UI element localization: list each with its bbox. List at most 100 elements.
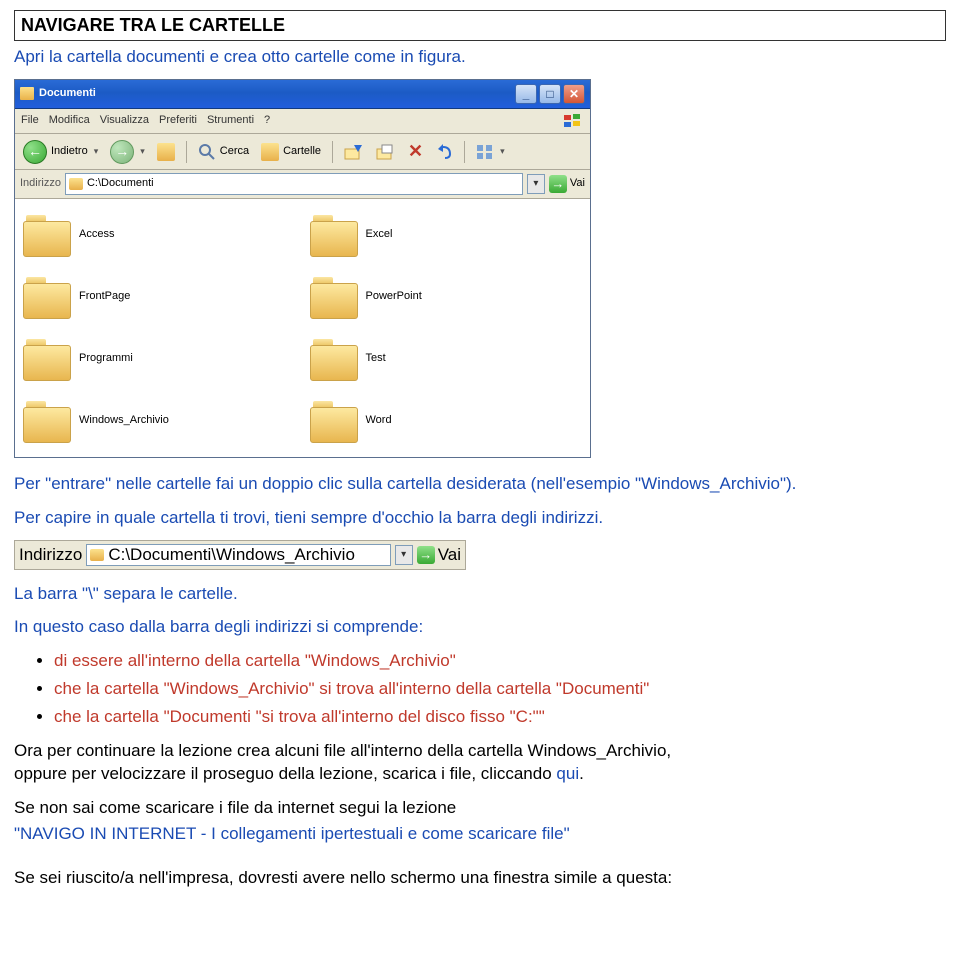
- up-button[interactable]: [154, 142, 178, 162]
- text: .: [579, 764, 584, 783]
- delete-button[interactable]: ✕: [405, 138, 426, 165]
- forward-button[interactable]: → ▾: [107, 139, 148, 165]
- search-button[interactable]: Cerca: [195, 142, 252, 162]
- back-button[interactable]: ← Indietro ▾: [20, 139, 101, 165]
- go-button[interactable]: → Vai: [549, 175, 585, 193]
- separator: [186, 141, 187, 163]
- subtitle: Apri la cartella documenti e crea otto c…: [14, 45, 946, 69]
- menu-modifica[interactable]: Modifica: [49, 113, 90, 128]
- back-label: Indietro: [51, 144, 88, 159]
- views-button[interactable]: ▾: [473, 143, 508, 161]
- list-item: che la cartella "Documenti "si trova all…: [54, 705, 946, 729]
- paragraph: Se non sai come scaricare i file da inte…: [14, 796, 946, 820]
- address-input[interactable]: C:\Documenti: [65, 173, 523, 195]
- folder-label: Word: [366, 413, 392, 428]
- paragraph: Per "entrare" nelle cartelle fai un dopp…: [14, 472, 946, 496]
- folder-list: Access Excel FrontPage PowerPoint Progra…: [15, 199, 590, 457]
- minimize-button[interactable]: _: [515, 84, 537, 104]
- folder-icon: [23, 215, 69, 255]
- menubar: File Modifica Visualizza Preferiti Strum…: [15, 109, 590, 134]
- search-label: Cerca: [220, 144, 249, 159]
- paragraph: Se sei riuscito/a nell'impresa, dovresti…: [14, 866, 946, 890]
- folder-icon: [23, 277, 69, 317]
- arrow-left-icon: ←: [23, 140, 47, 164]
- folder-item-windows-archivio[interactable]: Windows_Archivio: [21, 391, 298, 451]
- paragraph: La barra "\" separa le cartelle.: [14, 582, 946, 606]
- folder-item-frontpage[interactable]: FrontPage: [21, 267, 298, 327]
- link-lesson[interactable]: "NAVIGO IN INTERNET - I collegamenti ipe…: [14, 822, 946, 846]
- arrow-right-icon: →: [110, 140, 134, 164]
- folder-label: PowerPoint: [366, 289, 422, 304]
- folder-up-icon: [157, 143, 175, 161]
- close-button[interactable]: ✕: [563, 84, 585, 104]
- search-icon: [198, 143, 216, 161]
- folder-icon: [90, 549, 104, 561]
- folders-icon: [261, 143, 279, 161]
- go-label: Vai: [438, 543, 461, 567]
- address-value: C:\Documenti\Windows_Archivio: [108, 543, 355, 567]
- address-dropdown[interactable]: ▾: [395, 545, 413, 565]
- copy-to-button[interactable]: [373, 142, 399, 162]
- folder-icon: [310, 401, 356, 441]
- menu-file[interactable]: File: [21, 113, 39, 128]
- windows-flag-icon: [562, 112, 584, 130]
- folder-icon: [310, 215, 356, 255]
- address-label: Indirizzo: [19, 543, 82, 567]
- folder-icon: [310, 277, 356, 317]
- go-button[interactable]: → Vai: [417, 543, 461, 567]
- folder-label: Access: [79, 227, 114, 242]
- address-bar: Indirizzo C:\Documenti ▾ → Vai: [15, 170, 590, 199]
- menu-preferiti[interactable]: Preferiti: [159, 113, 197, 128]
- folder-icon: [69, 178, 83, 190]
- separator: [332, 141, 333, 163]
- explorer-window: Documenti _ □ ✕ File Modifica Visualizza…: [14, 79, 591, 458]
- chevron-down-icon: ▾: [94, 145, 99, 158]
- folder-icon: [23, 401, 69, 441]
- undo-button[interactable]: [432, 143, 456, 161]
- separator: [464, 141, 465, 163]
- delete-icon: ✕: [408, 139, 423, 164]
- paragraph: In questo caso dalla barra degli indiriz…: [14, 615, 946, 639]
- menu-help[interactable]: ?: [264, 113, 270, 128]
- address-bar-2: Indirizzo C:\Documenti\Windows_Archivio …: [14, 540, 466, 570]
- folders-label: Cartelle: [283, 144, 321, 159]
- undo-icon: [435, 144, 453, 160]
- folder-item-access[interactable]: Access: [21, 205, 298, 265]
- folder-item-powerpoint[interactable]: PowerPoint: [308, 267, 585, 327]
- window-titlebar[interactable]: Documenti _ □ ✕: [15, 80, 590, 109]
- list-item: che la cartella "Windows_Archivio" si tr…: [54, 677, 946, 701]
- list-item: di essere all'interno della cartella "Wi…: [54, 649, 946, 673]
- folders-button[interactable]: Cartelle: [258, 142, 324, 162]
- link-qui[interactable]: qui: [556, 764, 579, 783]
- address-value: C:\Documenti: [87, 176, 154, 191]
- address-label: Indirizzo: [20, 176, 61, 191]
- window-title: Documenti: [39, 86, 510, 101]
- window-controls: _ □ ✕: [515, 84, 585, 104]
- folder-item-test[interactable]: Test: [308, 329, 585, 389]
- folder-icon: [310, 339, 356, 379]
- maximize-button[interactable]: □: [539, 84, 561, 104]
- folder-item-programmi[interactable]: Programmi: [21, 329, 298, 389]
- bullet-list: di essere all'interno della cartella "Wi…: [14, 649, 946, 728]
- chevron-down-icon: ▾: [140, 145, 145, 158]
- folder-item-word[interactable]: Word: [308, 391, 585, 451]
- folder-item-excel[interactable]: Excel: [308, 205, 585, 265]
- move-to-button[interactable]: [341, 142, 367, 162]
- address-dropdown[interactable]: ▾: [527, 174, 545, 194]
- folder-icon: [20, 87, 34, 100]
- copy-to-icon: [376, 143, 396, 161]
- address-input[interactable]: C:\Documenti\Windows_Archivio: [86, 544, 390, 566]
- chevron-down-icon: ▾: [500, 145, 505, 158]
- folder-label: Windows_Archivio: [79, 413, 169, 428]
- paragraph: Ora per continuare la lezione crea alcun…: [14, 739, 946, 787]
- text: Ora per continuare la lezione crea alcun…: [14, 741, 671, 760]
- page-title: NAVIGARE TRA LE CARTELLE: [14, 10, 946, 41]
- go-label: Vai: [570, 176, 585, 191]
- folder-label: FrontPage: [79, 289, 130, 304]
- folder-label: Test: [366, 351, 386, 366]
- views-icon: [476, 144, 494, 160]
- text: oppure per velocizzare il proseguo della…: [14, 764, 556, 783]
- menu-visualizza[interactable]: Visualizza: [100, 113, 149, 128]
- move-to-icon: [344, 143, 364, 161]
- menu-strumenti[interactable]: Strumenti: [207, 113, 254, 128]
